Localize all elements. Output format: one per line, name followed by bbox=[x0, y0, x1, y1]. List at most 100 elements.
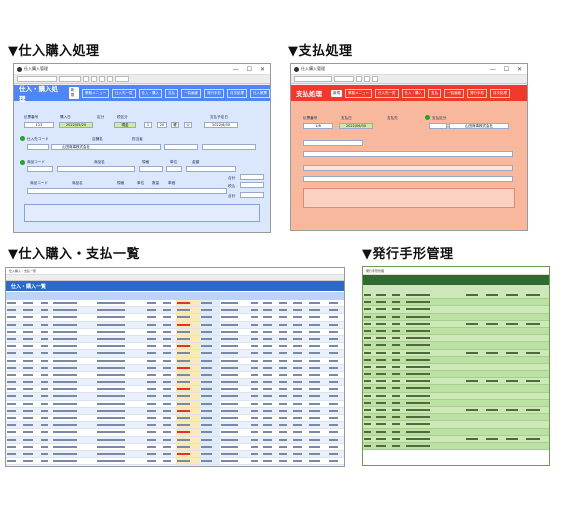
table-row[interactable] bbox=[363, 306, 549, 314]
table-row[interactable] bbox=[363, 378, 549, 386]
payment-field[interactable] bbox=[303, 151, 513, 157]
product-code-field[interactable] bbox=[27, 166, 53, 172]
supplier-name-field[interactable]: 山田商事株式会社 bbox=[51, 144, 161, 150]
maximize-icon[interactable]: ☐ bbox=[247, 66, 252, 73]
toolbar-dropdown[interactable] bbox=[334, 76, 354, 82]
table-row[interactable] bbox=[6, 443, 344, 451]
nav-menu[interactable]: 業務メニュー bbox=[82, 88, 109, 98]
maximize-icon[interactable]: ☐ bbox=[504, 66, 509, 73]
table-row[interactable] bbox=[363, 327, 549, 336]
table-row[interactable] bbox=[363, 371, 549, 379]
toolbar-button[interactable] bbox=[115, 76, 129, 82]
table-row[interactable] bbox=[6, 450, 344, 459]
table-row[interactable] bbox=[6, 335, 344, 344]
toolbar-dropdown[interactable] bbox=[59, 76, 81, 82]
close-icon[interactable]: ✕ bbox=[517, 66, 522, 73]
nav-notes[interactable]: 発行手形 bbox=[204, 88, 224, 98]
table-row[interactable] bbox=[6, 458, 344, 466]
table-row[interactable] bbox=[6, 400, 344, 408]
table-row[interactable] bbox=[6, 379, 344, 387]
table-row[interactable] bbox=[363, 313, 549, 321]
nav-purchase[interactable]: 仕入・購入 bbox=[138, 88, 162, 98]
toolbar-button[interactable] bbox=[99, 76, 105, 82]
table-row[interactable] bbox=[363, 442, 549, 451]
table-row[interactable] bbox=[363, 299, 549, 307]
product-name-field[interactable] bbox=[57, 166, 135, 172]
table-row[interactable] bbox=[6, 307, 344, 315]
table-row[interactable] bbox=[6, 407, 344, 415]
toolbar-button[interactable] bbox=[364, 76, 370, 82]
table-row[interactable] bbox=[6, 465, 344, 466]
table-row[interactable] bbox=[363, 320, 549, 328]
table-row[interactable] bbox=[363, 428, 549, 436]
nav-payment[interactable]: 支払 bbox=[165, 88, 178, 98]
table-row[interactable] bbox=[363, 292, 549, 300]
table-row[interactable] bbox=[363, 385, 549, 393]
month-field[interactable]: 20 bbox=[157, 122, 167, 128]
toolbar-dropdown[interactable] bbox=[17, 76, 57, 82]
nav-suppliers[interactable]: 仕入先一覧 bbox=[112, 88, 136, 98]
table-row[interactable] bbox=[363, 421, 549, 429]
remarks-panel[interactable] bbox=[303, 188, 515, 208]
close-date-field[interactable]: 2022/6/30 bbox=[204, 122, 238, 128]
payment-field[interactable] bbox=[303, 140, 363, 146]
toolbar-dropdown[interactable] bbox=[294, 76, 332, 82]
day-field[interactable]: 曜 bbox=[171, 122, 179, 128]
pay-date-field[interactable]: 2022/06/30 bbox=[339, 123, 373, 129]
table-row[interactable] bbox=[363, 407, 549, 415]
nav-list[interactable]: 一覧画面 bbox=[444, 88, 464, 98]
detail-row[interactable] bbox=[27, 188, 227, 194]
nav-monthly[interactable]: 月次処理 bbox=[227, 88, 247, 98]
payment-field[interactable] bbox=[303, 176, 513, 182]
table-row[interactable] bbox=[6, 343, 344, 351]
purchase-date-field[interactable]: 2022/05/20 bbox=[59, 122, 93, 128]
table-row[interactable] bbox=[363, 399, 549, 407]
week-field[interactable]: 火 bbox=[184, 122, 192, 128]
invoice-no-field[interactable]: 1/8 bbox=[303, 123, 333, 129]
table-row[interactable] bbox=[6, 364, 344, 372]
table-row[interactable] bbox=[363, 363, 549, 372]
nav-payment[interactable]: 支払 bbox=[428, 88, 441, 98]
table-row[interactable] bbox=[6, 357, 344, 365]
table-row[interactable] bbox=[363, 335, 549, 343]
amount-field[interactable] bbox=[186, 166, 236, 172]
contact-field[interactable] bbox=[164, 144, 198, 150]
nav-suppliers[interactable]: 仕入先一覧 bbox=[375, 88, 399, 98]
table-row[interactable] bbox=[6, 429, 344, 437]
table-row[interactable] bbox=[6, 300, 344, 308]
memo-field[interactable] bbox=[202, 144, 256, 150]
payee-code-field[interactable] bbox=[429, 123, 447, 129]
table-row[interactable] bbox=[363, 342, 549, 350]
table-row[interactable] bbox=[363, 414, 549, 422]
minimize-icon[interactable]: — bbox=[490, 66, 496, 73]
table-row[interactable] bbox=[6, 386, 344, 394]
unit-field[interactable] bbox=[166, 166, 182, 172]
toolbar-button[interactable] bbox=[356, 76, 362, 82]
nav-monthly[interactable]: 月次処理 bbox=[490, 88, 510, 98]
remarks-panel[interactable] bbox=[24, 204, 260, 222]
table-row[interactable] bbox=[6, 350, 344, 358]
nav-notes[interactable]: 発行手形 bbox=[467, 88, 487, 98]
toolbar-button[interactable] bbox=[372, 76, 378, 82]
year-field[interactable]: 1 bbox=[144, 122, 152, 128]
toolbar-button[interactable] bbox=[107, 76, 113, 82]
table-row[interactable] bbox=[363, 435, 549, 443]
table-row[interactable] bbox=[363, 392, 549, 400]
payee-name-field[interactable]: 山田商事株式会社 bbox=[449, 123, 509, 129]
table-row[interactable] bbox=[363, 349, 549, 357]
table-row[interactable] bbox=[6, 328, 344, 336]
toolbar-button[interactable] bbox=[83, 76, 89, 82]
minimize-icon[interactable]: — bbox=[233, 66, 239, 73]
table-row[interactable] bbox=[6, 436, 344, 444]
invoice-no-field[interactable]: 123 bbox=[24, 122, 54, 128]
table-row[interactable] bbox=[6, 314, 344, 322]
nav-menu[interactable]: 業務メニュー bbox=[345, 88, 372, 98]
nav-purchase[interactable]: 仕入・購入 bbox=[401, 88, 425, 98]
table-row[interactable] bbox=[6, 371, 344, 380]
close-icon[interactable]: ✕ bbox=[260, 66, 265, 73]
spec-field[interactable] bbox=[139, 166, 163, 172]
supplier-code-field[interactable] bbox=[27, 144, 49, 150]
table-row[interactable] bbox=[6, 393, 344, 401]
nav-list[interactable]: 一覧画面 bbox=[181, 88, 201, 98]
table-row[interactable] bbox=[6, 415, 344, 423]
